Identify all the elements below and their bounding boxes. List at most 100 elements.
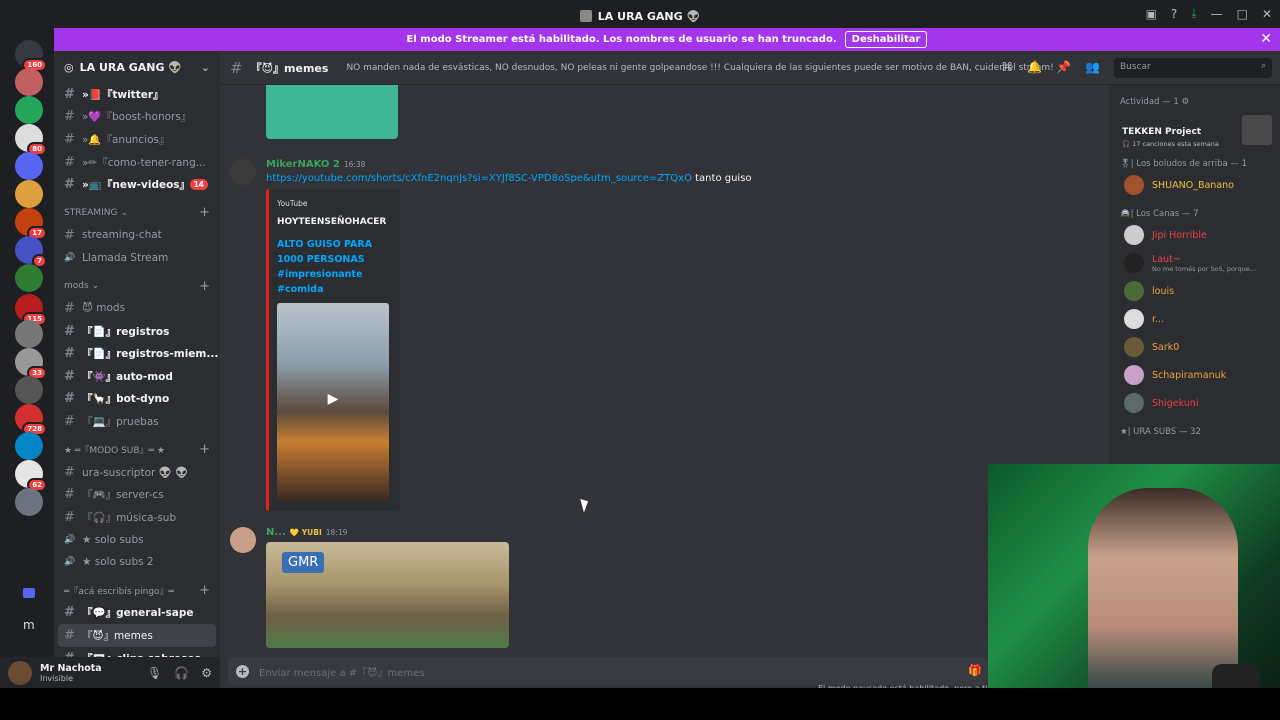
server-icon[interactable] (15, 68, 43, 96)
add-attachment-icon[interactable]: + (236, 664, 249, 678)
inbox-icon[interactable]: ▣ (1146, 7, 1157, 21)
channel-item[interactable]: # ura-suscriptor 👽 👽 (54, 461, 220, 484)
member-item[interactable]: Sark0 (1110, 333, 1280, 361)
channel-item[interactable]: 🔊 Llamada Stream (54, 247, 220, 270)
server-icon[interactable]: 115 (15, 294, 47, 326)
member-item[interactable]: r... (1110, 305, 1280, 333)
channel-item[interactable]: # »🔔『anuncios』 (54, 128, 220, 151)
add-channel-icon[interactable]: + (199, 583, 210, 598)
channel-topic[interactable]: NO manden nada de esvásticas, NO desnudo… (346, 63, 1053, 73)
hash-icon: # (64, 177, 75, 193)
play-icon[interactable]: ▶ (319, 391, 347, 413)
channel-item[interactable]: # 『📄』registros-miem... (54, 342, 220, 365)
headphones-icon[interactable]: 🎧 (174, 666, 189, 680)
members-icon[interactable]: 👥 (1085, 60, 1100, 74)
image-attachment[interactable] (266, 85, 398, 139)
server-icon[interactable]: 62 (15, 460, 47, 492)
server-icon[interactable]: 33 (15, 348, 47, 380)
channel-item[interactable]: # 『🦙』bot-dyno (54, 388, 220, 411)
category-streaming[interactable]: STREAMING ⌄ + (54, 202, 220, 224)
close-icon[interactable]: ✕ (1260, 31, 1272, 47)
close-window-icon[interactable]: ✕ (1262, 7, 1272, 21)
server-icon[interactable]: 160 (15, 40, 47, 72)
channel-item[interactable]: # »✏『como-tener-rang... (54, 151, 220, 174)
gear-icon[interactable]: ⚙ (201, 666, 212, 680)
maximize-icon[interactable]: □ (1237, 7, 1248, 21)
category-pingo[interactable]: ═『acá escribís pingo』═ + (54, 580, 220, 602)
category-mods[interactable]: mods ⌄ + (54, 275, 220, 297)
disable-streamer-button[interactable]: Deshabilitar (844, 31, 928, 48)
server-icon[interactable]: 17 (15, 208, 47, 240)
gift-icon[interactable]: 🎁 (968, 664, 982, 677)
app-icon (579, 10, 592, 22)
channel-item[interactable]: # 『👾』auto-mod (54, 365, 220, 388)
member-name: louis (1152, 285, 1175, 297)
server-letter[interactable]: m (23, 618, 35, 632)
member-item[interactable]: Schapiramanuk (1110, 361, 1280, 389)
channel-item[interactable]: # 😈 mods (54, 297, 220, 320)
channel-label: »📕『twitter』 (82, 88, 164, 101)
server-icon[interactable] (15, 320, 43, 348)
channel-item[interactable]: # 『🎮』server-cs (54, 483, 220, 506)
threads-icon[interactable]: ⌘ (1001, 60, 1013, 74)
unread-badge: 14 (189, 179, 208, 191)
server-icon[interactable] (15, 180, 43, 208)
image-attachment[interactable]: GMR (266, 542, 509, 648)
channel-item[interactable]: 🔊 ★ solo subs (54, 529, 220, 552)
member-item[interactable]: Shigekuni (1110, 389, 1280, 417)
server-icon[interactable]: 7 (15, 236, 47, 268)
minimize-icon[interactable]: — (1211, 7, 1223, 21)
guild-header[interactable]: ◎ LA URA GANG 👽 ⌄ (54, 51, 220, 83)
server-icon[interactable] (15, 488, 43, 516)
microphone-icon[interactable]: 🎙 (147, 666, 162, 680)
server-icon[interactable] (15, 264, 43, 292)
member-item[interactable]: SHUANO_Banano (1110, 171, 1280, 199)
add-channel-icon[interactable]: + (199, 279, 210, 294)
download-icon[interactable]: ⤓ (1191, 6, 1196, 21)
server-icon[interactable]: 80 (15, 124, 47, 156)
channel-item[interactable]: # »📺『new-videos』 14 (54, 173, 220, 196)
bell-icon[interactable]: 🔔 (1027, 60, 1042, 74)
video-thumbnail[interactable]: ▶ (277, 303, 389, 501)
add-channel-icon[interactable]: + (199, 442, 210, 457)
member-item[interactable]: Jipi Horrible (1110, 221, 1280, 249)
activity-card[interactable]: TEKKEN Project 🎧 17 canciones esta seman… (1114, 113, 1276, 149)
server-icon[interactable] (15, 376, 43, 404)
folder-icon[interactable] (23, 588, 35, 598)
speaker-icon: 🔊 (64, 252, 76, 263)
channel-item[interactable]: # 『😈』memes (58, 624, 216, 647)
channel-item[interactable]: # »📕『twitter』 (54, 83, 220, 106)
channel-item[interactable]: # »💜『boost-honors』 (54, 106, 220, 129)
channel-item[interactable]: # 『💬』general-sape (54, 602, 220, 625)
channel-item[interactable]: # 『📄』registros (54, 320, 220, 343)
message-author[interactable]: MikerNAKO 2 16:38 (266, 159, 365, 170)
embed-provider[interactable]: YouTube (277, 199, 308, 208)
channel-item[interactable]: # streaming-chat (54, 224, 220, 247)
pin-icon[interactable]: 📌 (1056, 60, 1071, 74)
avatar[interactable] (230, 159, 256, 185)
youtube-link[interactable]: https://youtube.com/shorts/cXfnE2nqnJs?s… (266, 173, 692, 184)
member-item[interactable]: Laut~ No me tomés por SoS, porque... (1110, 249, 1280, 277)
user-panel: Mr Nachota Invisible 🎙 🎧 ⚙ (0, 657, 220, 688)
add-channel-icon[interactable]: + (199, 205, 210, 220)
help-icon[interactable]: ? (1171, 7, 1177, 21)
server-icon[interactable]: 728 (15, 404, 47, 436)
category-sub[interactable]: ★ ═『MODO SUB』═ ★ + (54, 439, 220, 461)
message-author[interactable]: N... 💛 YUBI 18:19 (266, 527, 347, 538)
embed-author[interactable]: HOYTEENSEÑOHACER (277, 217, 386, 227)
channel-item[interactable]: #『🎞』clips-sabrosos (54, 647, 220, 657)
server-icon[interactable] (15, 152, 43, 180)
channel-item[interactable]: # 『🎧』música-sub (54, 506, 220, 529)
avatar[interactable] (8, 660, 32, 685)
avatar (1124, 225, 1144, 245)
avatar[interactable] (230, 527, 256, 553)
message-input[interactable]: + Enviar mensaje a #『😈』memes 🎁 (228, 657, 988, 685)
server-icon[interactable] (15, 432, 43, 460)
member-item[interactable]: louis (1110, 277, 1280, 305)
embed-title[interactable]: ALTO GUISO PARA 1000 PERSONAS #impresion… (277, 237, 393, 297)
channel-item[interactable]: # 『💻』pruebas (54, 410, 220, 433)
server-icon[interactable] (15, 96, 43, 124)
member-name: Laut~ (1152, 253, 1181, 265)
channel-item[interactable]: 🔊 ★ solo subs 2 (54, 551, 220, 574)
search-input[interactable]: Buscar ⌕ (1114, 58, 1272, 78)
